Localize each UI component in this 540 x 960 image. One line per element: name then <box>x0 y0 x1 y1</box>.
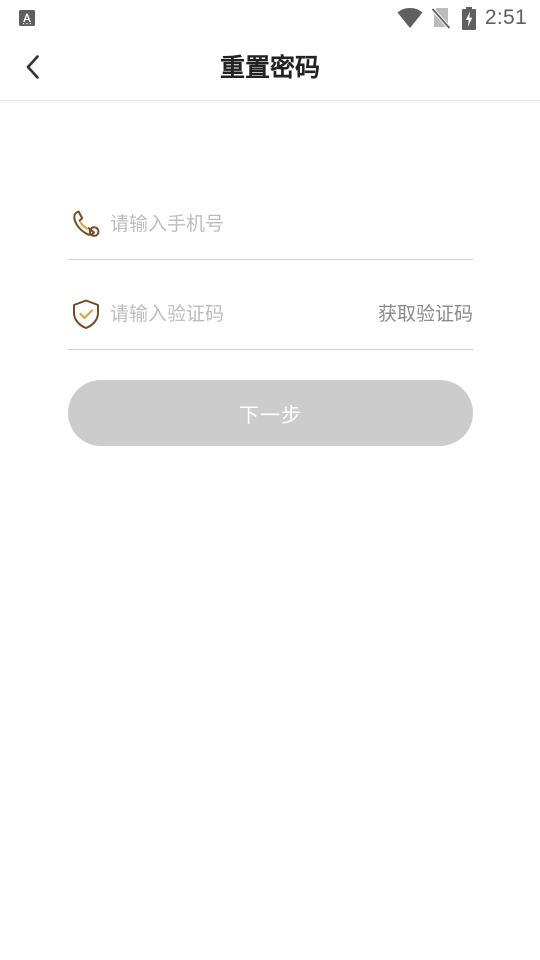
battery-charging-icon <box>461 6 476 30</box>
chevron-left-icon <box>26 55 39 79</box>
status-icons: 2:51 <box>397 5 527 31</box>
code-input[interactable] <box>110 296 350 332</box>
back-button[interactable] <box>18 50 48 84</box>
status-time: 2:51 <box>484 6 527 29</box>
phone-input[interactable] <box>110 206 460 242</box>
no-sim-icon <box>431 7 450 29</box>
page-title: 重置密码 <box>219 53 320 82</box>
phone-field-row <box>68 200 473 260</box>
status-bar: 2:51 <box>0 0 540 36</box>
wifi-icon <box>397 8 423 28</box>
app-header: 重置密码 <box>0 36 540 101</box>
keyboard-a-icon <box>19 10 35 26</box>
code-field-row: 获取验证码 <box>68 290 473 350</box>
screen: 2:51 重置密码 获取验证码 下一步 <box>0 0 540 960</box>
phone-icon <box>73 210 100 237</box>
shield-check-icon <box>73 299 99 329</box>
next-button[interactable]: 下一步 <box>68 380 473 446</box>
get-code-button[interactable]: 获取验证码 <box>378 296 473 332</box>
